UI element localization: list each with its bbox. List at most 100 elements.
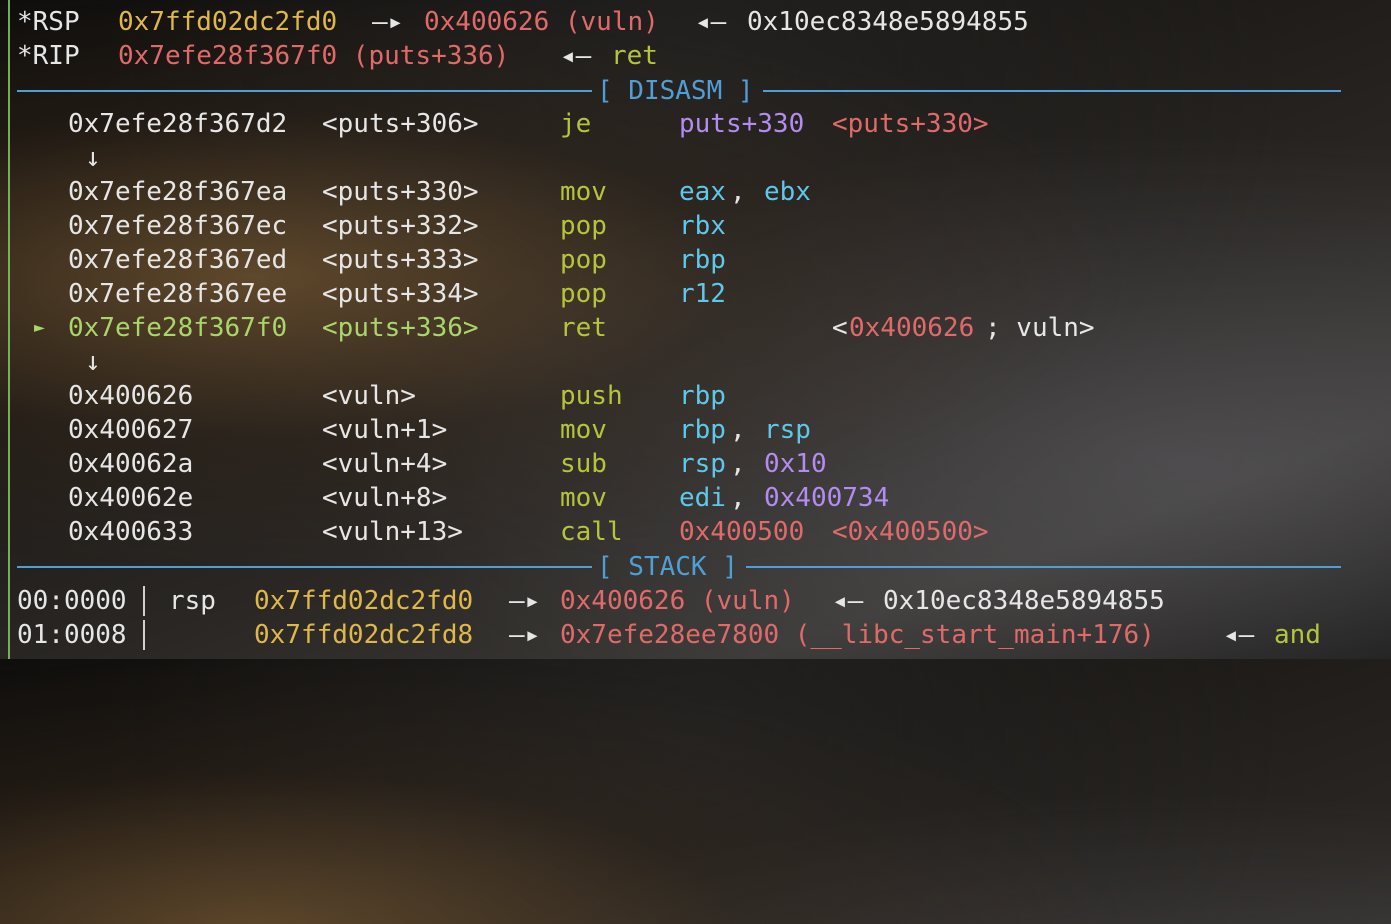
instruction-address: 0x400633 (68, 517, 194, 547)
instruction-address: 0x40062e (68, 483, 194, 513)
disasm-row[interactable]: 0x400633 <vuln+13> call 0x400500 <0x4005… (17, 515, 989, 549)
separator-line (17, 90, 592, 92)
instruction-comment: <0x400500> (832, 517, 989, 547)
instruction-address: 0x7efe28f367f0 (68, 313, 288, 343)
instruction-mnemonic: mov (560, 415, 607, 445)
disasm-row[interactable]: 0x7efe28f367ee <puts+334> pop r12 (17, 277, 726, 311)
down-arrow-icon: ↓ (85, 347, 101, 377)
instruction-address: 0x40062a (68, 449, 194, 479)
stack-value: and (1274, 620, 1321, 650)
instruction-operand: eax (679, 177, 726, 207)
instruction-symbol: <puts+333> (322, 245, 479, 275)
instruction-symbol: <vuln+13> (322, 517, 463, 547)
disasm-row[interactable]: 0x7efe28f367ec <puts+332> pop rbx (17, 209, 726, 243)
disasm-row[interactable]: 0x7efe28f367ed <puts+333> pop rbp (17, 243, 726, 277)
instruction-operand: ebx (764, 177, 811, 207)
stack-index: 01:0008 (17, 620, 127, 650)
operand-separator: , (730, 415, 746, 445)
instruction-operand: rbx (679, 211, 726, 241)
instruction-operand: rsp (679, 449, 726, 479)
disasm-row[interactable]: 0x40062e <vuln+8> mov edi , 0x400734 (17, 481, 889, 515)
comment-symbol: ; vuln> (985, 313, 1095, 343)
instruction-mnemonic: je (560, 109, 592, 139)
register-value: ret (611, 41, 658, 71)
instruction-mnemonic: pop (560, 211, 607, 241)
instruction-symbol: <puts+306> (322, 109, 479, 139)
instruction-symbol: <puts+336> (322, 313, 479, 343)
disasm-row[interactable]: 0x7efe28f367d2 <puts+306> je puts+330 <p… (17, 107, 989, 141)
instruction-symbol: <puts+330> (322, 177, 479, 207)
column-divider (143, 586, 145, 616)
separator-line (17, 566, 592, 568)
register-label: *RSP (17, 7, 80, 37)
register-rsp-line: *RSP 0x7ffd02dc2fd0 —▸ 0x400626 (vuln) ◂… (17, 5, 1029, 39)
operand-separator: , (730, 483, 746, 513)
instruction-address: 0x7efe28f367d2 (68, 109, 288, 139)
instruction-operand: 0x400500 (679, 517, 805, 547)
column-divider (143, 620, 145, 650)
stack-address: 0x7ffd02dc2fd8 (254, 620, 474, 650)
instruction-symbol: <puts+334> (322, 279, 479, 309)
separator-line (763, 90, 1341, 92)
instruction-operand: rbp (679, 245, 726, 275)
register-target: 0x400626 (vuln) (424, 7, 659, 37)
stack-row[interactable]: 01:0008 0x7ffd02dc2fd8 —▸ 0x7efe28ee7800… (17, 618, 1321, 652)
instruction-mnemonic: pop (560, 245, 607, 275)
instruction-mnemonic: mov (560, 483, 607, 513)
instruction-address: 0x400627 (68, 415, 194, 445)
stack-address: 0x7ffd02dc2fd0 (254, 586, 474, 616)
instruction-immediate: 0x400734 (764, 483, 890, 513)
jump-indicator: ↓ (17, 345, 101, 379)
operand-separator: , (730, 449, 746, 479)
terminal-window[interactable]: *RSP 0x7ffd02dc2fd0 —▸ 0x400626 (vuln) ◂… (0, 0, 1391, 659)
instruction-operand: r12 (679, 279, 726, 309)
stack-target: 0x400626 (vuln) (560, 586, 795, 616)
instruction-symbol: <puts+332> (322, 211, 479, 241)
value-arrow: ◂— (560, 41, 592, 71)
jump-indicator: ↓ (17, 141, 101, 175)
register-rip-line: *RIP 0x7efe28f367f0 (puts+336) ◂— ret (17, 39, 658, 73)
register-address: 0x7ffd02dc2fd0 (118, 7, 338, 37)
instruction-mnemonic: push (560, 381, 623, 411)
deref-arrow: —▸ (372, 7, 404, 37)
instruction-symbol: <vuln+8> (322, 483, 448, 513)
stack-row[interactable]: 00:0000 rsp 0x7ffd02dc2fd0 —▸ 0x400626 (… (17, 584, 1165, 618)
separator-line (746, 566, 1341, 568)
instruction-address: 0x7efe28f367ee (68, 279, 288, 309)
instruction-mnemonic: call (560, 517, 623, 547)
down-arrow-icon: ↓ (85, 143, 101, 173)
deref-arrow: —▸ (509, 586, 541, 616)
comment-address: 0x400626 (849, 313, 975, 343)
instruction-address: 0x7efe28f367ea (68, 177, 288, 207)
disasm-row[interactable]: 0x7efe28f367ea <puts+330> mov eax , ebx (17, 175, 811, 209)
disasm-row[interactable]: 0x400626 <vuln> push rbp (17, 379, 726, 413)
instruction-immediate: 0x10 (764, 449, 827, 479)
instruction-address: 0x7efe28f367ed (68, 245, 288, 275)
stack-section-header: [ STACK ] (17, 550, 1341, 584)
register-label: *RIP (17, 41, 80, 71)
section-title: [ DISASM ] (597, 76, 754, 106)
stack-value: 0x10ec8348e5894855 (883, 586, 1165, 616)
comment-open: < (832, 313, 848, 343)
instruction-operand: puts+330 (679, 109, 805, 139)
instruction-symbol: <vuln+1> (322, 415, 448, 445)
instruction-address: 0x7efe28f367ec (68, 211, 288, 241)
deref-arrow: —▸ (509, 620, 541, 650)
instruction-symbol: <vuln+4> (322, 449, 448, 479)
disasm-row[interactable]: 0x400627 <vuln+1> mov rbp , rsp (17, 413, 811, 447)
instruction-mnemonic: sub (560, 449, 607, 479)
instruction-symbol: <vuln> (322, 381, 416, 411)
instruction-operand: rbp (679, 381, 726, 411)
section-title: [ STACK ] (597, 552, 738, 582)
instruction-mnemonic: mov (560, 177, 607, 207)
instruction-operand: rbp (679, 415, 726, 445)
register-address: 0x7efe28f367f0 (puts+336) (118, 41, 510, 71)
current-instruction-marker-icon: ► (34, 317, 45, 338)
value-arrow: ◂— (1223, 620, 1255, 650)
instruction-mnemonic: pop (560, 279, 607, 309)
instruction-operand: rsp (764, 415, 811, 445)
operand-separator: , (730, 177, 746, 207)
stack-register: rsp (169, 586, 216, 616)
disasm-row[interactable]: 0x40062a <vuln+4> sub rsp , 0x10 (17, 447, 827, 481)
disasm-row-current[interactable]: ► 0x7efe28f367f0 <puts+336> ret < 0x4006… (17, 311, 1095, 345)
